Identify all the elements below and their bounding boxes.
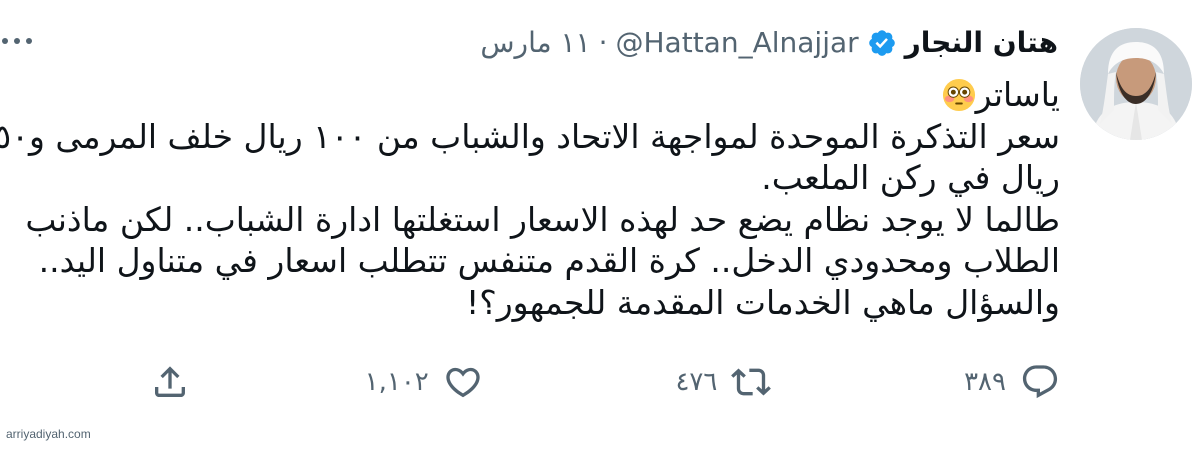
tweet-text-line: ياساتر — [10, 74, 1060, 116]
tweet-text-line: الطلاب ومحدودي الدخل.. كرة القدم متنفس ت… — [38, 241, 1060, 280]
tweet-date[interactable]: ١١ مارس — [480, 26, 590, 59]
author-name[interactable]: هتان النجار — [905, 26, 1058, 59]
tweet-text-line: ريال في ركن الملعب. — [761, 158, 1060, 197]
retweet-count: ٤٧٦ — [675, 367, 718, 397]
share-button[interactable] — [150, 362, 190, 402]
avatar[interactable] — [1080, 28, 1192, 140]
tweet-text: ياساتر سعر التذكرة الموحدة لمواجهة الاتح… — [0, 74, 1060, 323]
like-count: ١,١٠٢ — [364, 367, 429, 397]
retweet-icon — [731, 368, 772, 396]
author-handle[interactable]: @Hattan_Alnajjar — [616, 26, 859, 59]
share-icon — [155, 366, 185, 397]
more-options-icon[interactable] — [2, 38, 32, 44]
header-separator: · — [598, 26, 608, 59]
reply-icon — [1022, 365, 1058, 399]
like-button[interactable]: ١,١٠٢ — [365, 362, 483, 402]
reply-count: ٣٨٩ — [964, 367, 1006, 397]
tweet-text-line: والسؤال ماهي الخدمات المقدمة للجمهور؟! — [465, 282, 1060, 322]
tweet-text-line: سعر التذكرة الموحدة لمواجهة الاتحاد والش… — [0, 116, 1060, 156]
flushed-face-emoji-icon — [942, 78, 976, 112]
retweet-button[interactable]: ٤٧٦ — [657, 362, 772, 402]
reply-button[interactable]: ٣٨٩ — [946, 362, 1060, 402]
tweet-actions: ٣٨٩ ٤٧٦ ١,١٠٢ — [150, 362, 1060, 402]
verified-badge-icon — [867, 28, 897, 58]
tweet-card: هتان النجار @Hattan_Alnajjar · ١١ مارس ي… — [0, 0, 1200, 449]
like-icon — [446, 367, 480, 398]
tweet-header: هتان النجار @Hattan_Alnajjar · ١١ مارس — [480, 26, 1058, 59]
watermark: arriyadiyah.com — [6, 427, 91, 441]
avatar-image — [1080, 28, 1192, 140]
tweet-text-line: طالما لا يوجد نظام يضع حد لهذه الاسعار ا… — [25, 199, 1060, 239]
